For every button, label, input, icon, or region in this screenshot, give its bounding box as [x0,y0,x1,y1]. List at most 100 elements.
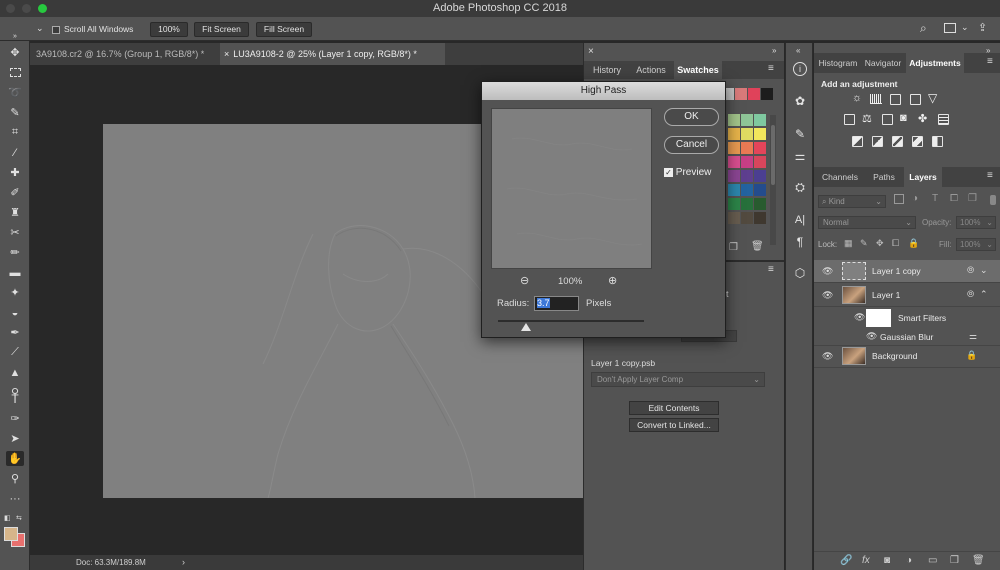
layer-row-gaussian-blur[interactable]: 👁 Gaussian Blur ⚌ [814,328,1000,346]
swatch[interactable] [748,88,760,100]
panel-menu-icon[interactable]: ≡ [768,63,774,74]
info-icon[interactable]: i [793,62,807,76]
swatch[interactable] [728,128,740,140]
zoom-out-icon[interactable]: ⊖ [520,274,529,287]
collapse-toolbar-icon[interactable]: » [6,29,24,44]
tab-histogram[interactable]: Histogram [816,53,860,73]
fill-screen-button[interactable]: Fill Screen [256,22,312,37]
search-icon[interactable]: ⌕ [920,21,927,36]
swatch[interactable] [754,170,766,182]
threshold-icon[interactable] [892,136,903,147]
new-layer-icon[interactable]: ❐ [950,555,959,566]
swatch[interactable] [735,88,747,100]
swatches-scrollbar[interactable] [770,115,776,245]
clone-source-icon[interactable]: ⛭ [791,178,809,196]
swatch[interactable] [728,156,740,168]
blend-mode-select[interactable]: Normal ⌄ [818,216,916,229]
swatch[interactable] [728,198,740,210]
visibility-eye-icon[interactable]: 👁 [822,290,833,301]
radius-slider-thumb[interactable] [520,323,531,331]
swatch[interactable] [741,128,753,140]
channel-mixer-icon[interactable]: ✤ [918,112,927,125]
swatch[interactable] [754,212,766,224]
healing-brush-tool-icon[interactable]: ✚ [6,165,24,180]
filter-pixel-icon[interactable] [894,194,904,204]
filter-toggle-switch[interactable] [990,195,996,205]
visibility-eye-icon[interactable]: 👁 [854,312,865,323]
gradient-map-icon[interactable] [932,136,943,147]
layers-menu-icon[interactable]: ≡ [987,170,993,181]
hue-saturation-icon[interactable] [844,114,855,125]
eraser-tool-icon[interactable]: ✏ [6,245,24,260]
tab-actions[interactable]: Actions [630,61,672,79]
tool-preset-chevron-icon[interactable]: ⌄ [36,23,44,34]
brush-presets-icon[interactable]: ⚌ [791,147,809,165]
curves-icon[interactable] [890,94,901,105]
radius-input[interactable]: 3.7 [534,296,579,311]
link-layers-icon[interactable]: 🔗 [840,555,852,566]
history-brush-tool-icon[interactable]: ✂ [6,225,24,240]
close-window-button[interactable] [6,4,15,13]
workspace-chevron-icon[interactable]: ⌄ [961,22,969,33]
tab-channels[interactable]: Channels [816,167,864,187]
swatch[interactable] [728,184,740,196]
fit-screen-button[interactable]: Fit Screen [194,22,249,37]
quick-selection-tool-icon[interactable]: ✎ [6,105,24,120]
filter-adjustment-icon[interactable]: ◑ [912,193,918,204]
status-menu-chevron-icon[interactable]: › [182,555,185,570]
foreground-color-swatch[interactable] [4,527,18,541]
eyedropper-tool-icon[interactable]: ⁄ [6,145,24,160]
swatch[interactable] [728,142,740,154]
lock-position-icon[interactable]: ✥ [876,238,884,249]
kind-filter-select[interactable]: ⌕ Kind ⌄ [818,195,886,208]
properties-partial-tab[interactable]: t [726,289,729,299]
swatch[interactable] [761,88,773,100]
swatch[interactable] [741,184,753,196]
tab-adjustments[interactable]: Adjustments [906,53,964,73]
photo-filter-icon[interactable]: ◙ [900,112,907,124]
ok-button[interactable]: OK [664,108,719,126]
brush-settings-icon[interactable]: ✎ [791,125,809,143]
filter-blending-options-icon[interactable]: ⚌ [969,331,977,342]
posterize-icon[interactable] [872,136,883,147]
path-selection-tool-icon[interactable]: ➤ [6,431,24,446]
filter-preview[interactable] [491,108,652,269]
visibility-eye-icon[interactable]: 👁 [822,266,833,277]
new-adjustment-layer-icon[interactable]: ◑ [906,555,912,566]
visibility-eye-icon[interactable]: 👁 [866,331,877,342]
swatch[interactable] [741,212,753,224]
edit-contents-button[interactable]: Edit Contents [629,401,719,415]
filter-shape-icon[interactable]: ⧠ [950,193,958,204]
fill-field[interactable]: 100% ⌄ [956,238,996,251]
sharpen-tool-icon[interactable]: ▲ [6,365,24,380]
delete-swatch-icon[interactable]: 🗑 [751,241,764,252]
paragraph-icon[interactable]: ¶ [791,233,809,251]
doc-tab-active[interactable]: × LU3A9108-2 @ 25% (Layer 1 copy, RGB/8*)… [220,43,445,65]
swatch[interactable] [728,212,740,224]
layer-row-layer-1[interactable]: 👁 Layer 1 ⦾ ⌃ [814,284,1000,307]
brush-tool-icon[interactable]: ✐ [6,185,24,200]
tab-layers[interactable]: Layers [904,167,942,187]
filter-type-icon[interactable]: T [932,193,938,204]
cancel-button[interactable]: Cancel [664,136,719,154]
marquee-tool-icon[interactable] [6,65,24,80]
swatch[interactable] [754,128,766,140]
layer-row-layer-1-copy[interactable]: 👁 Layer 1 copy ⦾ ⌄ [814,260,1000,283]
chevron-down-icon[interactable]: ⌄ [980,265,988,276]
levels-icon[interactable] [870,94,882,104]
new-group-icon[interactable]: ▭ [928,555,937,566]
hand-tool-icon[interactable]: ✋ [6,451,24,466]
adjustments-menu-icon[interactable]: ≡ [987,56,993,67]
convert-to-linked-button[interactable]: Convert to Linked... [629,418,719,432]
swatch[interactable] [741,198,753,210]
swatch[interactable] [741,170,753,182]
opacity-field[interactable]: 100% ⌄ [956,216,996,229]
more-tools-icon[interactable]: ··· [6,491,24,506]
lock-all-icon[interactable]: 🔒 [908,238,919,249]
swatch[interactable] [741,114,753,126]
color-lookup-icon[interactable] [938,114,949,125]
brightness-icon[interactable]: ☼ [852,92,862,104]
scroll-all-windows-checkbox[interactable]: Scroll All Windows [52,24,133,34]
swatch[interactable] [754,198,766,210]
lock-artboard-icon[interactable]: ⧠ [892,238,899,249]
